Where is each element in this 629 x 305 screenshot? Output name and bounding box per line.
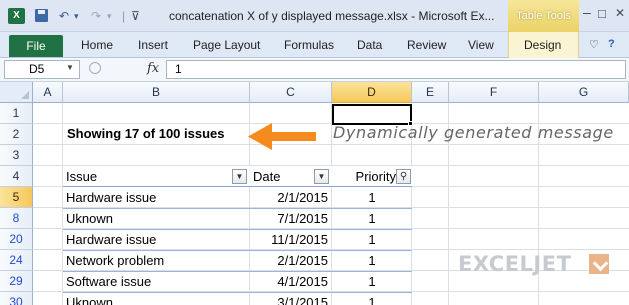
- table-header-issue[interactable]: Issue: [63, 166, 250, 187]
- close-button[interactable]: ✕: [615, 6, 625, 20]
- column-header-a[interactable]: A: [33, 82, 63, 103]
- formula-input[interactable]: 1: [166, 60, 626, 79]
- cell-priority[interactable]: 1: [332, 250, 412, 271]
- cell-priority[interactable]: 1: [332, 292, 412, 305]
- title-bar: X ↶ ▾ ↷ ▾ | ⊽ concatenation X of y displ…: [0, 0, 629, 32]
- redo-menu-icon[interactable]: ▾: [107, 9, 112, 23]
- row-header-active[interactable]: 5: [0, 187, 33, 208]
- formula-bar-handle-icon: [89, 62, 101, 74]
- tab-home[interactable]: Home: [81, 38, 113, 52]
- arrow-left-icon: [248, 123, 316, 150]
- cell-date[interactable]: 2/1/2015: [250, 250, 332, 271]
- row-header-filtered[interactable]: 24: [0, 250, 33, 271]
- column-header-g[interactable]: G: [539, 82, 629, 103]
- ribbon-collapse-icon[interactable]: ♡: [589, 38, 599, 51]
- column-header-e[interactable]: E: [412, 82, 449, 103]
- tab-design[interactable]: Design: [524, 38, 561, 52]
- column-header-d[interactable]: D: [332, 82, 412, 103]
- window-title: concatenation X of y displayed message.x…: [169, 9, 495, 23]
- filter-dropdown-icon[interactable]: ▼: [232, 169, 247, 184]
- column-header-c[interactable]: C: [250, 82, 332, 103]
- table-header-priority[interactable]: Priority: [332, 166, 398, 187]
- restore-button[interactable]: □: [598, 6, 606, 21]
- cell-date[interactable]: 3/1/2015: [250, 292, 332, 305]
- cell-issue[interactable]: Hardware issue: [63, 187, 250, 208]
- tab-formulas[interactable]: Formulas: [284, 38, 334, 52]
- tab-page-layout[interactable]: Page Layout: [193, 38, 260, 52]
- exceljet-logo-icon: [589, 254, 609, 274]
- cell-date[interactable]: 2/1/2015: [250, 187, 332, 208]
- row-header-filtered[interactable]: 8: [0, 208, 33, 229]
- insert-function-icon[interactable]: fx: [147, 61, 159, 76]
- cell-issue[interactable]: Software issue: [63, 271, 250, 292]
- cell-priority[interactable]: 1: [332, 208, 412, 229]
- tab-file[interactable]: File: [9, 35, 63, 57]
- row-header[interactable]: 2: [0, 124, 33, 145]
- exceljet-watermark: EXCELJET: [458, 252, 572, 276]
- customize-quick-access-icon[interactable]: ⊽: [131, 9, 140, 23]
- ribbon-tabs: File Home Insert Page Layout Formulas Da…: [0, 32, 629, 58]
- help-icon[interactable]: ?: [608, 38, 615, 50]
- formula-bar: D5 ▼ fx 1: [0, 58, 629, 82]
- cell-issue[interactable]: Network problem: [63, 250, 250, 271]
- row-header-filtered[interactable]: 29: [0, 271, 33, 292]
- cell-issue[interactable]: Uknown: [63, 292, 250, 305]
- undo-icon[interactable]: ↶: [59, 9, 69, 23]
- dynamic-message-cell[interactable]: Showing 17 of 100 issues: [67, 126, 225, 141]
- annotation-text: Dynamically generated message: [333, 123, 614, 142]
- select-all-corner[interactable]: [0, 82, 33, 103]
- cell-date[interactable]: 11/1/2015: [250, 229, 332, 250]
- column-header-b[interactable]: B: [63, 82, 250, 103]
- active-cell-selection[interactable]: [332, 104, 412, 125]
- row-header[interactable]: 4: [0, 166, 33, 187]
- tab-data[interactable]: Data: [357, 38, 382, 52]
- save-icon[interactable]: [35, 9, 48, 22]
- filter-active-icon[interactable]: ⚲: [396, 169, 411, 184]
- separator: |: [122, 9, 126, 23]
- cell-issue[interactable]: Uknown: [63, 208, 250, 229]
- gridline: [33, 144, 629, 145]
- cell-issue[interactable]: Hardware issue: [63, 229, 250, 250]
- row-header-filtered[interactable]: 20: [0, 229, 33, 250]
- minimize-button[interactable]: –: [583, 4, 591, 20]
- cell-priority[interactable]: 1: [332, 229, 412, 250]
- cell-priority[interactable]: 1: [332, 271, 412, 292]
- name-box-dropdown-icon[interactable]: ▼: [66, 63, 74, 72]
- cell-priority[interactable]: 1: [332, 187, 412, 208]
- filter-dropdown-icon[interactable]: ▼: [314, 169, 329, 184]
- undo-menu-icon[interactable]: ▾: [74, 9, 79, 23]
- cell-date[interactable]: 4/1/2015: [250, 271, 332, 292]
- row-header[interactable]: 1: [0, 103, 33, 124]
- column-header-f[interactable]: F: [449, 82, 539, 103]
- tab-insert[interactable]: Insert: [138, 38, 168, 52]
- row-header-filtered[interactable]: 30: [0, 292, 33, 305]
- tab-view[interactable]: View: [468, 38, 494, 52]
- tab-review[interactable]: Review: [407, 38, 446, 52]
- table-tools-group-label: Table Tools: [508, 0, 579, 32]
- excel-app-icon[interactable]: X: [8, 8, 25, 24]
- cell-date[interactable]: 7/1/2015: [250, 208, 332, 229]
- redo-icon[interactable]: ↷: [91, 9, 101, 23]
- row-header[interactable]: 3: [0, 145, 33, 166]
